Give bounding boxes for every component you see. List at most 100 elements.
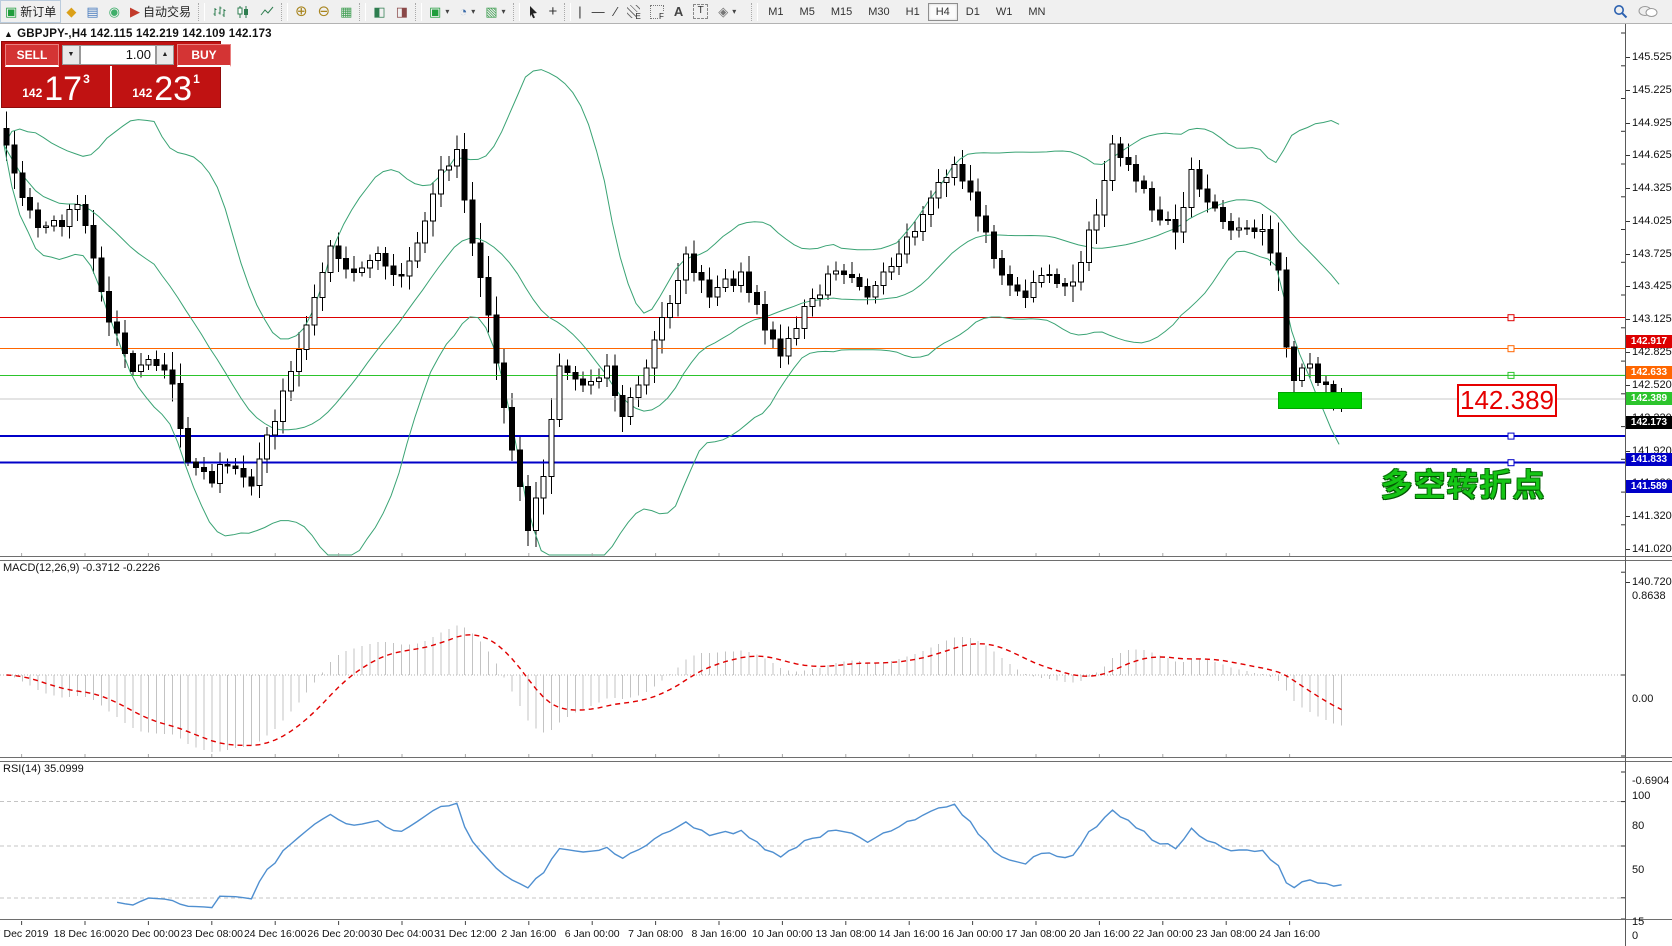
signals-button[interactable]: ◉: [104, 0, 125, 23]
price-line-badge: 141.833: [1626, 453, 1672, 466]
market-watch-button[interactable]: ▤: [81, 0, 103, 23]
symbol-info-line: ▲GBPJPY-,H4 142.115 142.219 142.109 142.…: [4, 28, 272, 40]
buy-price-display[interactable]: 142 23 1: [112, 66, 220, 107]
timeframe-m30-button[interactable]: M30: [860, 3, 897, 21]
price-axis[interactable]: 145.525145.225144.925144.625144.325144.0…: [1626, 24, 1672, 946]
time-tick-label: 14 Jan 16:00: [879, 928, 940, 940]
toolbar-separator: [564, 3, 571, 21]
time-tick-label: 2 Jan 16:00: [501, 928, 556, 940]
symbol-collapse-icon[interactable]: ▲: [4, 29, 13, 39]
time-tick-label: 8 Jan 16:00: [692, 928, 747, 940]
new-chart-icon: ▣: [429, 5, 441, 18]
indicators-icon: ▧: [485, 5, 497, 18]
time-tick-label: 7 Jan 08:00: [628, 928, 683, 940]
new-order-button[interactable]: ▣ 新订单: [0, 0, 61, 23]
horizontal-line-button[interactable]: —: [587, 0, 610, 23]
crosshair-button[interactable]: +: [544, 0, 563, 23]
macd-pane[interactable]: [0, 559, 1625, 758]
line-chart-button[interactable]: [255, 0, 279, 23]
timeframe-m1-button[interactable]: M1: [760, 3, 791, 21]
equidistant-channel-icon: F: [650, 5, 664, 19]
profile-button[interactable]: ◆: [61, 0, 81, 23]
highlight-rectangle-object[interactable]: [1278, 392, 1362, 409]
autotrading-button[interactable]: ▶ 自动交易: [125, 0, 196, 23]
equidistant-channel-button[interactable]: F: [645, 0, 669, 23]
volume-increase-button[interactable]: ▲: [156, 45, 174, 65]
price-tick-label: 145.525: [1632, 51, 1672, 63]
bar-open: 142.115: [90, 28, 132, 40]
rsi-tick-label: 100: [1632, 790, 1650, 802]
rsi-pane[interactable]: [0, 760, 1625, 920]
mt4-terminal: { "toolbar": { "new_order_label": "新订单",…: [0, 0, 1672, 946]
cursor-icon: [527, 5, 539, 19]
time-tick-label: 22 Jan 00:00: [1132, 928, 1193, 940]
volume-decrease-button[interactable]: ▼: [62, 45, 80, 65]
line-chart-icon: [260, 5, 274, 19]
time-tick-label: 16 Jan 00:00: [942, 928, 1003, 940]
trendline-icon: ∕: [615, 5, 617, 18]
macd-label: MACD(12,26,9) -0.3712 -0.2226: [3, 562, 160, 574]
price-callout-box[interactable]: 142.389: [1457, 384, 1557, 417]
text-label-button[interactable]: T: [688, 0, 713, 23]
text-label-icon: T: [693, 4, 708, 19]
time-tick-label: 6 Jan 00:00: [565, 928, 620, 940]
cursor-button[interactable]: [522, 0, 544, 23]
price-tick-label: 140.720: [1632, 576, 1672, 588]
toolbar-separator: [415, 3, 422, 21]
auto-arrange-button[interactable]: ◧: [368, 0, 390, 23]
macd-tick-label: 0.8638: [1632, 590, 1666, 602]
timeframe-w1-button[interactable]: W1: [988, 3, 1021, 21]
timeframe-h1-button[interactable]: H1: [898, 3, 928, 21]
price-tick-label: 144.625: [1632, 149, 1672, 161]
time-axis[interactable]: 7 Dec 201918 Dec 16:0020 Dec 00:0023 Dec…: [0, 922, 1625, 946]
buy-button[interactable]: BUY: [177, 44, 231, 67]
trendline-button[interactable]: ∕: [610, 0, 622, 23]
new-order-icon: ▣: [5, 5, 17, 18]
time-tick-label: 24 Dec 16:00: [244, 928, 306, 940]
bar-chart-icon: [212, 5, 226, 19]
cascade-button[interactable]: ◨: [391, 0, 413, 23]
rsi-tick-label: 50: [1632, 864, 1644, 876]
timeframe-mn-button[interactable]: MN: [1020, 3, 1053, 21]
volume-input[interactable]: 1.00: [80, 45, 156, 65]
sell-button[interactable]: SELL: [5, 44, 59, 67]
indicators-button[interactable]: ▧▾: [480, 0, 510, 23]
pane-splitter[interactable]: [0, 757, 1672, 762]
sell-price-sup: 3: [83, 72, 90, 86]
time-tick-label: 23 Jan 08:00: [1196, 928, 1257, 940]
chart-window[interactable]: ▲GBPJPY-,H4 142.115 142.219 142.109 142.…: [0, 24, 1672, 946]
timeframe-h4-button[interactable]: H4: [928, 3, 958, 21]
chevron-down-icon: ▾: [471, 7, 475, 16]
crosshair-icon: +: [549, 5, 558, 18]
pane-splitter[interactable]: [0, 556, 1672, 561]
pane-splitter: [0, 919, 1672, 921]
timeframe-d1-button[interactable]: D1: [958, 3, 988, 21]
periods-button[interactable]: ◔▾: [454, 0, 480, 23]
tile-windows-button[interactable]: ▦: [335, 0, 357, 23]
toolbar-separator: [751, 3, 758, 21]
zoom-in-button[interactable]: ⊕: [290, 0, 313, 23]
text-button[interactable]: A: [669, 0, 688, 23]
time-tick-label: 20 Dec 00:00: [117, 928, 179, 940]
signals-icon: ◉: [109, 5, 120, 18]
vertical-line-button[interactable]: |: [573, 0, 586, 23]
shapes-button[interactable]: ◈▾: [713, 0, 741, 23]
timeframe-m5-button[interactable]: M5: [792, 3, 823, 21]
time-tick-label: 13 Jan 08:00: [815, 928, 876, 940]
zoom-out-button[interactable]: ⊖: [313, 0, 336, 23]
search-icon[interactable]: [1613, 4, 1628, 19]
candlestick-chart-button[interactable]: [231, 0, 255, 23]
new-chart-button[interactable]: ▣▾: [424, 0, 454, 23]
sell-price-prefix: 142: [22, 86, 42, 100]
sell-price-big: 17: [44, 74, 82, 104]
buy-price-prefix: 142: [132, 86, 152, 100]
tile-windows-icon: ▦: [340, 5, 352, 18]
sell-price-display[interactable]: 142 17 3: [2, 66, 112, 107]
cn-text-annotation[interactable]: 多空转折点: [1381, 460, 1546, 505]
price-tick-label: 143.125: [1632, 313, 1672, 325]
timeframe-m15-button[interactable]: M15: [823, 3, 860, 21]
chat-icon[interactable]: [1638, 5, 1658, 19]
price-tick-label: 141.020: [1632, 543, 1672, 555]
bar-chart-button[interactable]: [207, 0, 231, 23]
fibonacci-button[interactable]: E: [622, 0, 645, 23]
